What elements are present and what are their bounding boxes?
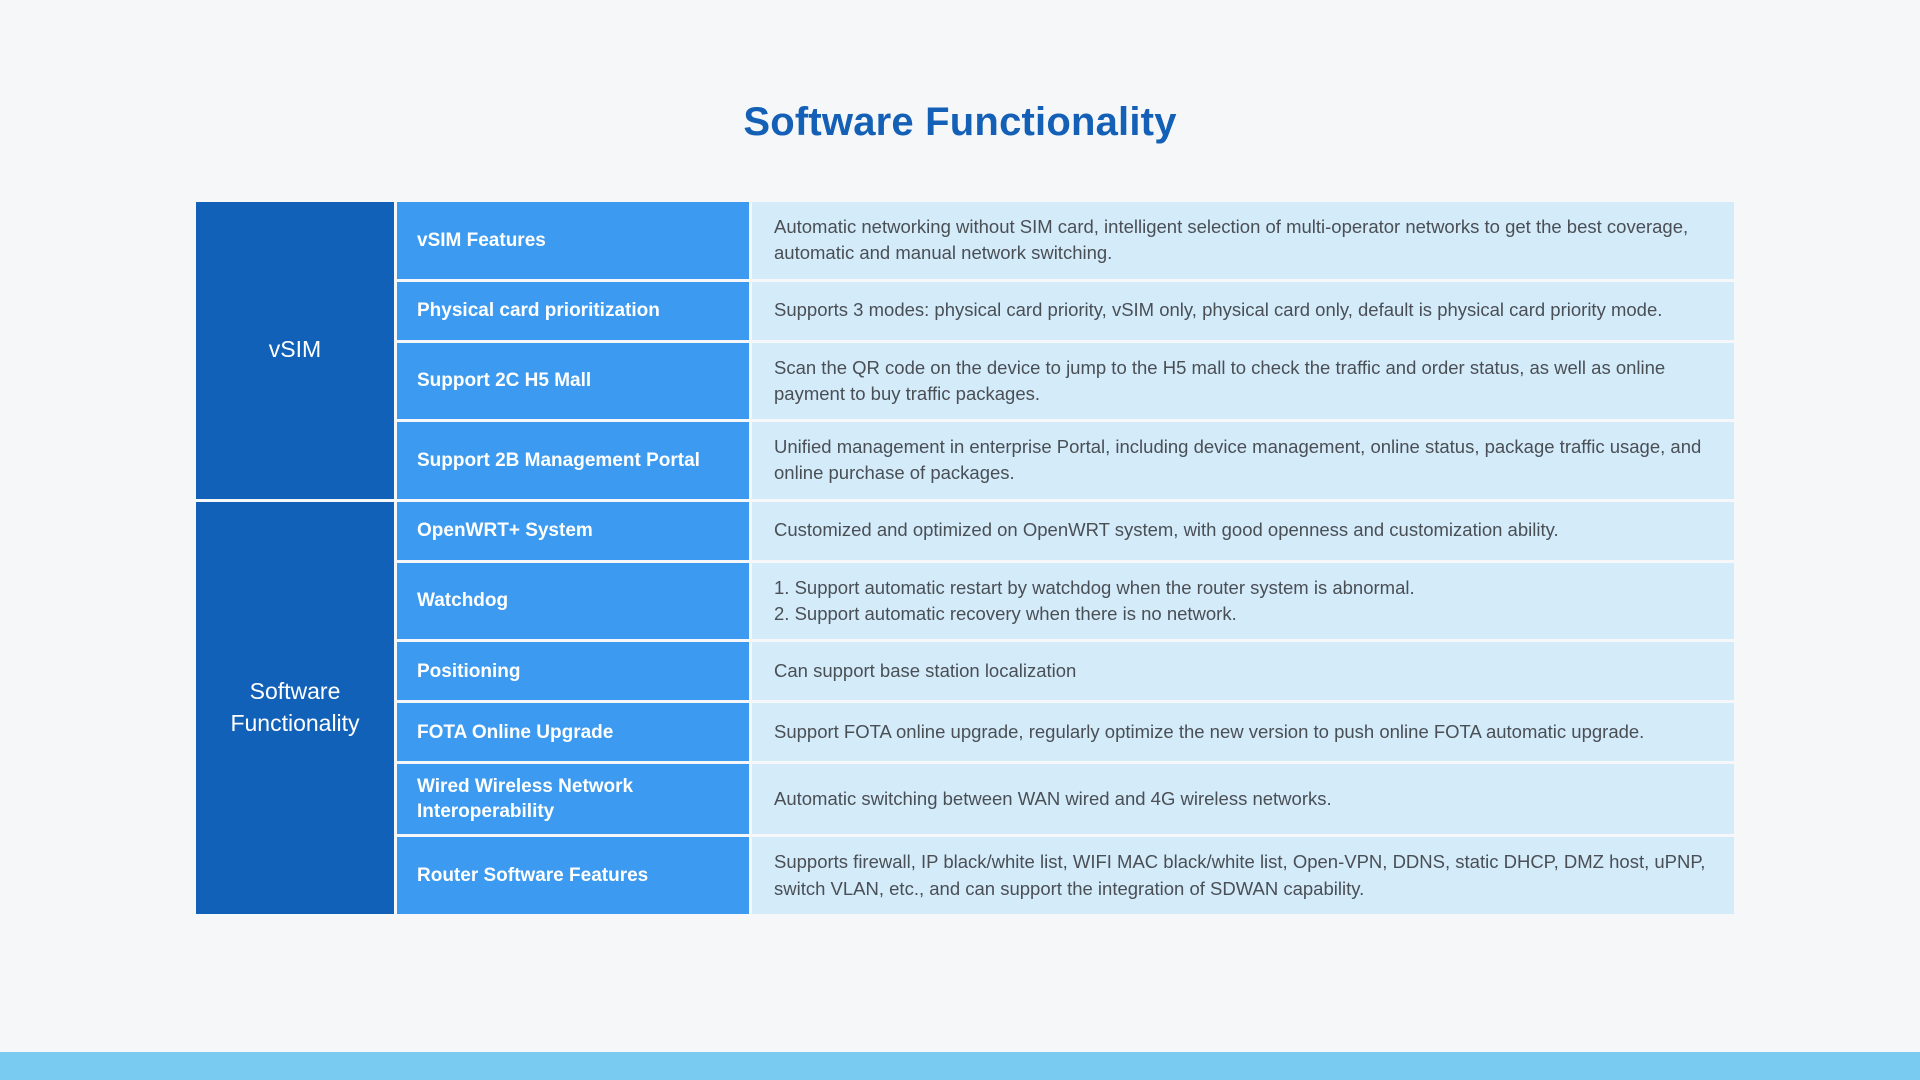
table-row: Support 2B Management Portal Unified mana… — [397, 422, 1734, 499]
feature-label: Wired Wireless Network Interoperability — [397, 764, 749, 835]
feature-label: OpenWRT+ System — [397, 501, 749, 560]
feature-description-text: Support FOTA online upgrade, regularly o… — [774, 720, 1645, 742]
feature-description: Supports firewall, IP black/white list, … — [752, 837, 1734, 914]
feature-description: Support FOTA online upgrade, regularly o… — [752, 703, 1734, 762]
page-title: Software Functionality — [743, 100, 1177, 144]
feature-description: Customized and optimized on OpenWRT syst… — [752, 501, 1734, 560]
feature-description: Can support base station localization — [752, 642, 1734, 701]
table-row: OpenWRT+ System Customized and optimized … — [397, 501, 1734, 560]
feature-description: Scan the QR code on the device to jump t… — [752, 342, 1734, 420]
table-row: Physical card prioritization Supports 3 m… — [397, 281, 1734, 340]
table-row: Positioning Can support base station loca… — [397, 642, 1734, 701]
table-row: Support 2C H5 Mall Scan the QR code on th… — [397, 342, 1734, 420]
feature-description-text: Automatic networking without SIM card, i… — [774, 216, 1689, 264]
feature-description-text: Supports 3 modes: physical card priority… — [774, 299, 1663, 321]
feature-description-text: Scan the QR code on the device to jump t… — [774, 356, 1666, 404]
section-label: vSIM — [196, 202, 394, 499]
feature-description-text: Unified management in enterprise Portal,… — [774, 436, 1702, 484]
feature-label: Support 2B Management Portal — [397, 422, 749, 499]
feature-description: 1. Support automatic restart by watchdog… — [752, 562, 1734, 640]
software-functionality-table: vSIM vSIM Features Automatic networking wi… — [196, 202, 1734, 914]
table-row: FOTA Online Upgrade Support FOTA online u… — [397, 703, 1734, 762]
feature-description-text: Can support base station localization — [774, 659, 1077, 681]
table-row: Router Software Features Supports firewal… — [397, 837, 1734, 914]
table-row: vSIM Features Automatic networking withou… — [397, 202, 1734, 279]
section-rows: vSIM Features Automatic networking withou… — [397, 202, 1734, 499]
feature-label: Physical card prioritization — [397, 281, 749, 340]
table-row: Wired Wireless Network Interoperability A… — [397, 764, 1734, 835]
feature-label: Router Software Features — [397, 837, 749, 914]
feature-label: Positioning — [397, 642, 749, 701]
section-rows: OpenWRT+ System Customized and optimized … — [397, 501, 1734, 914]
bottom-accent-bar — [0, 1052, 1920, 1080]
feature-description: Automatic switching between WAN wired an… — [752, 764, 1734, 835]
feature-label: Watchdog — [397, 562, 749, 640]
feature-description: Supports 3 modes: physical card priority… — [752, 281, 1734, 340]
feature-description-text: Supports firewall, IP black/white list, … — [774, 851, 1706, 899]
feature-label: vSIM Features — [397, 202, 749, 279]
feature-label: Support 2C H5 Mall — [397, 342, 749, 420]
feature-description-text: Customized and optimized on OpenWRT syst… — [774, 519, 1559, 541]
section-label: Software Functionality — [196, 501, 394, 914]
feature-description-text: Automatic switching between WAN wired an… — [774, 788, 1332, 810]
feature-description: Automatic networking without SIM card, i… — [752, 202, 1734, 279]
table-section: vSIM vSIM Features Automatic networking wi… — [196, 202, 1734, 499]
feature-label: FOTA Online Upgrade — [397, 703, 749, 762]
table-section: Software Functionality OpenWRT+ System Cus… — [196, 501, 1734, 914]
feature-description: Unified management in enterprise Portal,… — [752, 422, 1734, 499]
feature-description-text: 1. Support automatic restart by watchdog… — [774, 576, 1415, 624]
table-row: Watchdog 1. Support automatic restart by … — [397, 562, 1734, 640]
